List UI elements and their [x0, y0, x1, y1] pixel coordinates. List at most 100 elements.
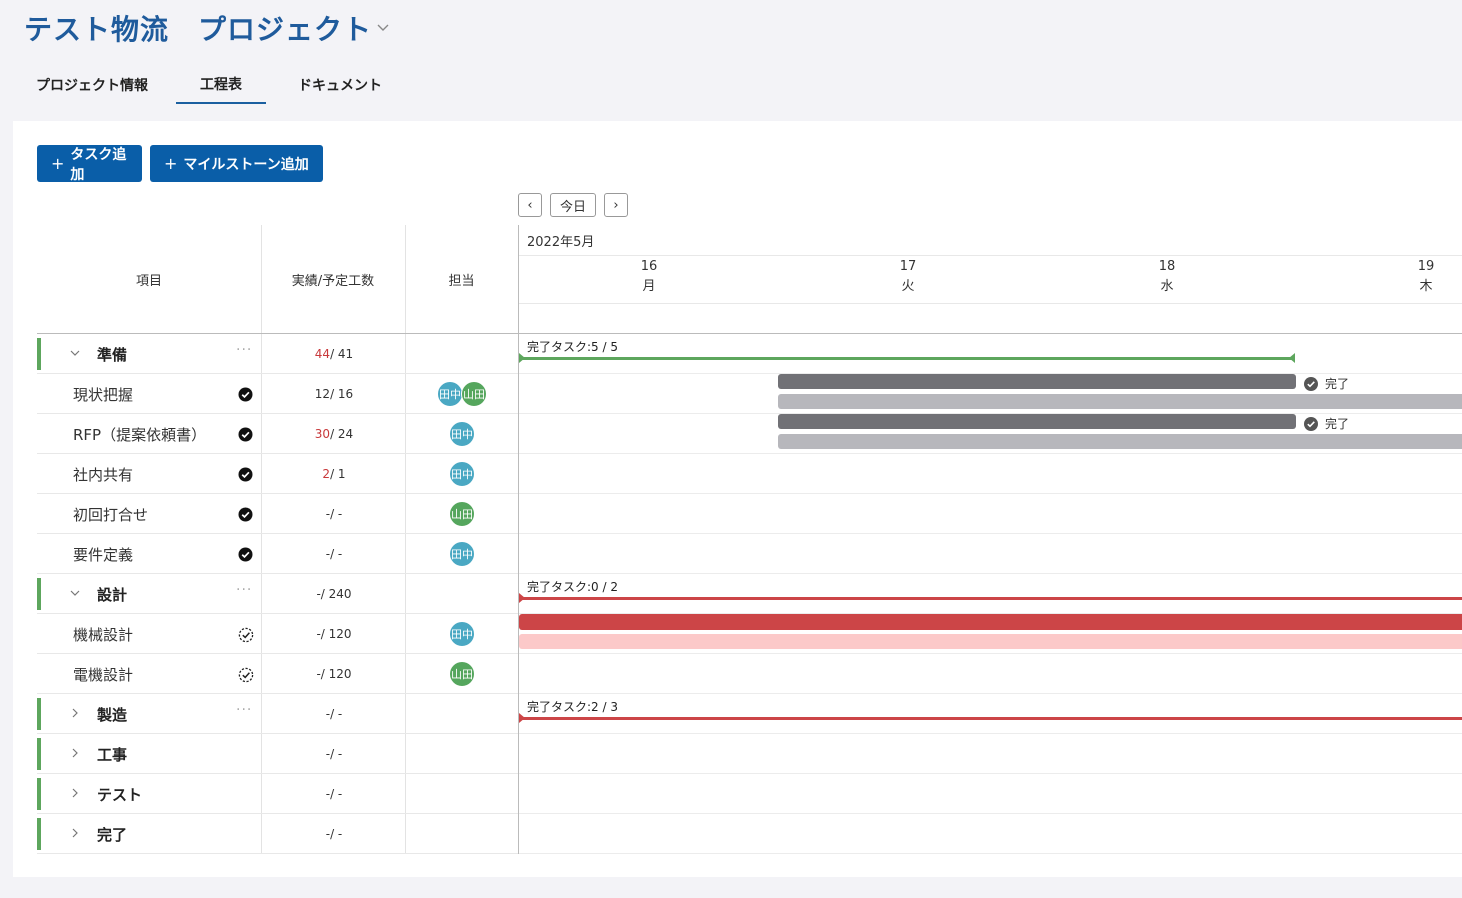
task-row[interactable]: RFP（提案依頼書） 30 / 24 田中: [37, 414, 518, 454]
task-bar-plan[interactable]: [778, 394, 1462, 409]
effort-actual: 30: [314, 427, 331, 441]
assignee-list: 山田: [406, 654, 518, 694]
group-row[interactable]: 設計 ··· - / 240: [37, 574, 518, 614]
check-circle-icon: [1304, 376, 1318, 391]
effort-planned: / -: [330, 787, 343, 801]
day-number: 19: [1417, 259, 1435, 274]
in-progress-icon: [238, 667, 254, 683]
task-bar-actual[interactable]: [778, 414, 1296, 429]
more-icon[interactable]: ···: [236, 582, 252, 598]
effort-value: - / 240: [262, 574, 406, 614]
group-row[interactable]: 製造 ··· - / -: [37, 694, 518, 734]
effort-value: 12 / 16: [262, 374, 406, 414]
task-row[interactable]: 現状把握 12 / 16 田中 山田: [37, 374, 518, 414]
group-bar-junbi[interactable]: [519, 352, 1299, 366]
schedule-panel: + タスク追加 + マイルストーン追加 ‹ 今日 › 項目 実績/予定工数 担当…: [13, 121, 1462, 877]
effort-value: - / -: [262, 494, 406, 534]
avatar[interactable]: 山田: [449, 661, 475, 687]
group-row[interactable]: 完了 - / -: [37, 814, 518, 854]
task-name: 機械設計: [73, 625, 134, 644]
chevron-right-icon[interactable]: [70, 706, 80, 720]
avatar[interactable]: 田中: [449, 541, 475, 567]
group-indicator: [37, 578, 41, 610]
chevron-down-icon[interactable]: [70, 586, 80, 600]
task-row[interactable]: 社内共有 2 / 1 田中: [37, 454, 518, 494]
gantt-row-line: [519, 773, 1462, 774]
gantt-row-line: [519, 453, 1462, 454]
chevron-right-icon[interactable]: [70, 746, 80, 760]
task-bar-actual[interactable]: [778, 374, 1296, 389]
avatar[interactable]: 田中: [437, 381, 463, 407]
avatar[interactable]: 田中: [449, 421, 475, 447]
group-indicator: [37, 338, 41, 370]
plus-icon: +: [51, 154, 65, 173]
chevron-right-icon[interactable]: [70, 826, 80, 840]
effort-planned: / 240: [320, 587, 352, 601]
gantt-header-divider: [519, 333, 1462, 334]
group-row[interactable]: テスト - / -: [37, 774, 518, 814]
avatar[interactable]: 山田: [461, 381, 487, 407]
day-number: 16: [640, 259, 658, 274]
group-name: 工事: [97, 745, 128, 764]
gantt-day-19: 19 木: [1396, 257, 1456, 297]
task-name: 要件定義: [73, 545, 134, 564]
effort-actual: 2: [322, 467, 331, 481]
chevron-left-icon: ‹: [527, 197, 533, 213]
today-button[interactable]: 今日: [550, 193, 596, 217]
gantt-row-line: [519, 653, 1462, 654]
effort-value: 2 / 1: [262, 454, 406, 494]
add-task-label: タスク追加: [70, 146, 127, 183]
assignee-list: 田中: [406, 414, 518, 454]
task-row[interactable]: 機械設計 - / 120 田中: [37, 614, 518, 654]
tab-schedule[interactable]: 工程表: [176, 66, 266, 104]
chevron-down-icon[interactable]: [70, 346, 80, 360]
chevron-right-icon: ›: [613, 197, 619, 213]
task-name: 現状把握: [73, 385, 134, 404]
effort-value: 44 / 41: [262, 334, 406, 374]
gantt-row-line: [519, 813, 1462, 814]
effort-planned: / 1: [330, 467, 346, 481]
project-title-dropdown[interactable]: テスト物流 プロジェクト: [24, 8, 390, 48]
column-header-item[interactable]: 項目: [37, 225, 261, 333]
effort-planned: / 120: [320, 667, 352, 681]
gantt-month: 2022年5月: [527, 235, 595, 250]
task-bar-plan[interactable]: [519, 634, 1462, 649]
task-row[interactable]: 初回打合せ - / - 山田: [37, 494, 518, 534]
gantt-row-line: [519, 853, 1462, 854]
group-bar-seizou[interactable]: [519, 712, 1462, 726]
more-icon[interactable]: ···: [236, 342, 252, 358]
day-number: 17: [899, 259, 917, 274]
task-bar-plan[interactable]: [778, 434, 1462, 449]
add-task-button[interactable]: + タスク追加: [37, 145, 142, 183]
avatar[interactable]: 山田: [449, 501, 475, 527]
group-bar-sekkei[interactable]: [519, 592, 1462, 606]
group-indicator: [37, 818, 41, 850]
chevron-right-icon[interactable]: [70, 786, 80, 800]
task-row[interactable]: 電機設計 - / 120 山田: [37, 654, 518, 694]
avatar[interactable]: 田中: [449, 621, 475, 647]
task-bar-actual[interactable]: [519, 614, 1462, 630]
add-milestone-button[interactable]: + マイルストーン追加: [150, 145, 323, 182]
tab-project-info[interactable]: プロジェクト情報: [20, 66, 164, 104]
avatar[interactable]: 田中: [449, 461, 475, 487]
effort-value: - / -: [262, 774, 406, 814]
column-header-assignee[interactable]: 担当: [405, 225, 518, 333]
tab-documents[interactable]: ドキュメント: [282, 66, 398, 104]
tab-bar: プロジェクト情報 工程表 ドキュメント: [20, 66, 410, 106]
chevron-down-icon[interactable]: [376, 21, 390, 35]
group-row[interactable]: 準備 ··· 44 / 41: [37, 334, 518, 374]
task-row[interactable]: 要件定義 - / - 田中: [37, 534, 518, 574]
check-circle-icon: [238, 387, 253, 402]
column-header-effort[interactable]: 実績/予定工数: [261, 225, 405, 333]
group-name: 準備: [97, 345, 128, 364]
day-weekday: 木: [1419, 279, 1433, 294]
effort-value: - / -: [262, 814, 406, 854]
gantt-day-17: 17 火: [878, 257, 938, 297]
prev-period-button[interactable]: ‹: [518, 193, 542, 217]
more-icon[interactable]: ···: [236, 702, 252, 718]
task-name: 初回打合せ: [73, 505, 149, 524]
group-row[interactable]: 工事 - / -: [37, 734, 518, 774]
task-done-badge: 完了: [1304, 415, 1349, 432]
task-grid: 項目 実績/予定工数 担当 準備 ··· 44 / 41 現状把握 12 / 16 田中山…: [37, 225, 518, 854]
next-period-button[interactable]: ›: [604, 193, 628, 217]
